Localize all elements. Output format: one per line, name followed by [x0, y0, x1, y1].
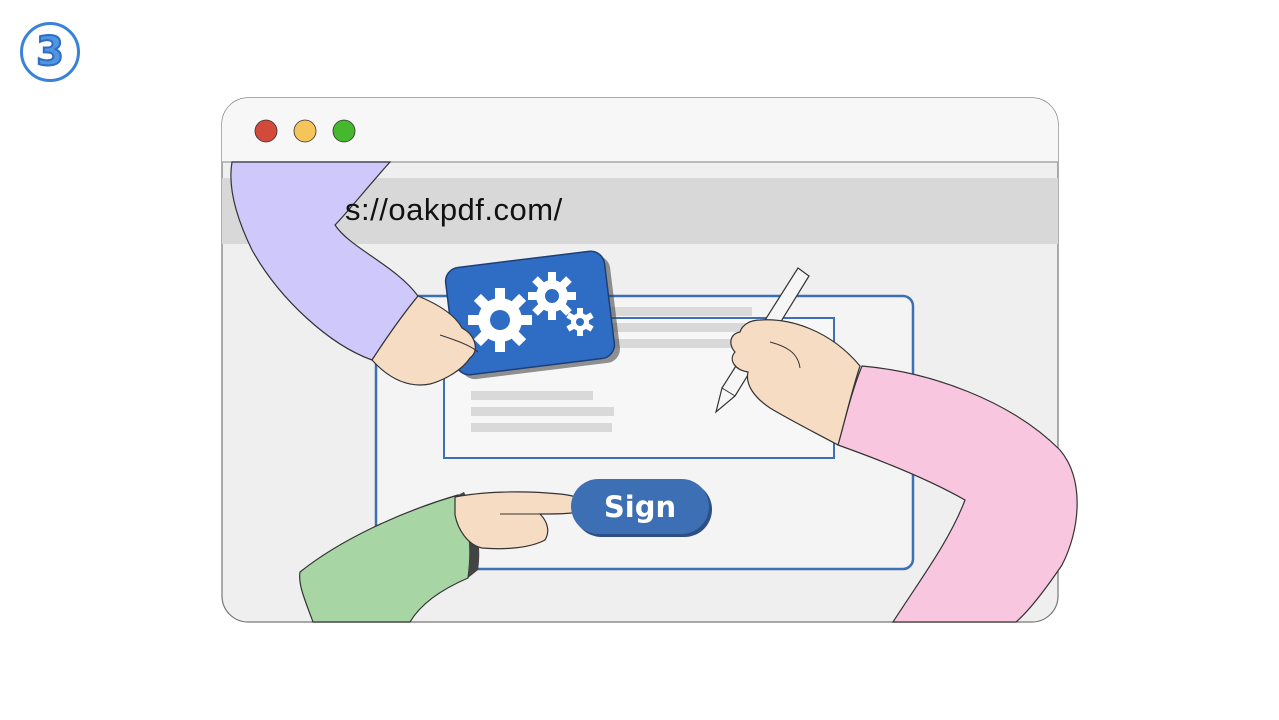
gear-icon	[528, 272, 576, 320]
maximize-window-dot[interactable]	[332, 119, 356, 143]
illustration	[221, 97, 1078, 623]
settings-gears-card	[444, 250, 620, 380]
address-bar-url: s://oakpdf.com/	[345, 192, 563, 227]
sign-button[interactable]: Sign	[571, 479, 709, 534]
close-window-dot[interactable]	[254, 119, 278, 143]
minimize-window-dot[interactable]	[293, 119, 317, 143]
gear-icon	[468, 288, 532, 352]
